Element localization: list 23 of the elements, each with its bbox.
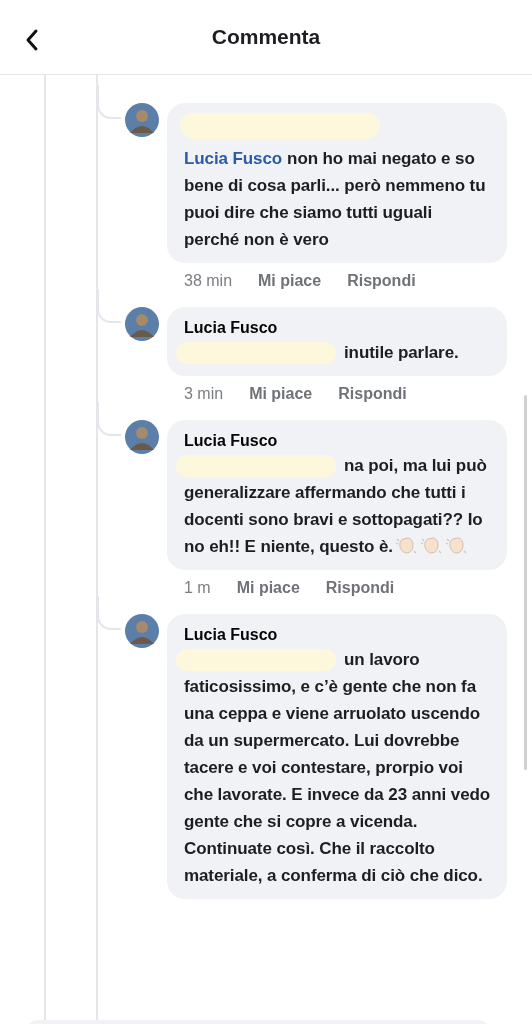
comment-text: inutile parlare. [343,342,460,364]
avatar-icon[interactable] [125,614,159,648]
author-name[interactable]: Lucia Fusco [184,317,491,339]
comment-time: 38 min [184,272,233,290]
comment-action[interactable]: Mi piace [249,385,313,403]
author-name[interactable]: Lucia Fusco [184,624,491,646]
avatar-icon[interactable] [125,420,159,454]
comment-action[interactable]: Mi piace [236,579,300,597]
comment-text: un lavoro faticosissimo, e c’è gente che non fa una ceppa e viene arruolato uscendo da un supermercato. Lui dovrebbe tacere e voi contestare, prorpio voi che lavorate. E invece da 23 anni vedo gente che si copre a vicenda. Continuate così. Che il raccolto materiale, a conferma di ciò che dico. [184,649,491,887]
comment-action[interactable]: Rispondi [347,272,416,290]
comment-text: Lucia Fusco non ho mai negato e so bene di cosa parli... però nemmeno tu puoi dire che siamo tutti uguali perché non è vero [184,148,487,251]
mention-link[interactable]: Lucia Fusco [184,149,283,168]
comment-text: na poi, ma lui può generalizzare affermando che tutti i docenti sono bravi e sottopagati?? Io no eh!! E niente, questo è. [184,455,488,559]
back-icon[interactable] [25,28,39,52]
avatar-icon[interactable] [125,103,159,137]
avatar-icon[interactable] [125,307,159,341]
comment-time: 1 m [184,579,211,597]
comment-action[interactable]: Rispondi [338,385,407,403]
comment-action[interactable]: Rispondi [325,579,395,597]
author-name[interactable]: Lucia Fusco [184,430,491,452]
comment-action[interactable]: Mi piace [258,272,322,290]
page-title: Commenta [211,25,321,49]
comment-time: 3 min [184,385,224,403]
